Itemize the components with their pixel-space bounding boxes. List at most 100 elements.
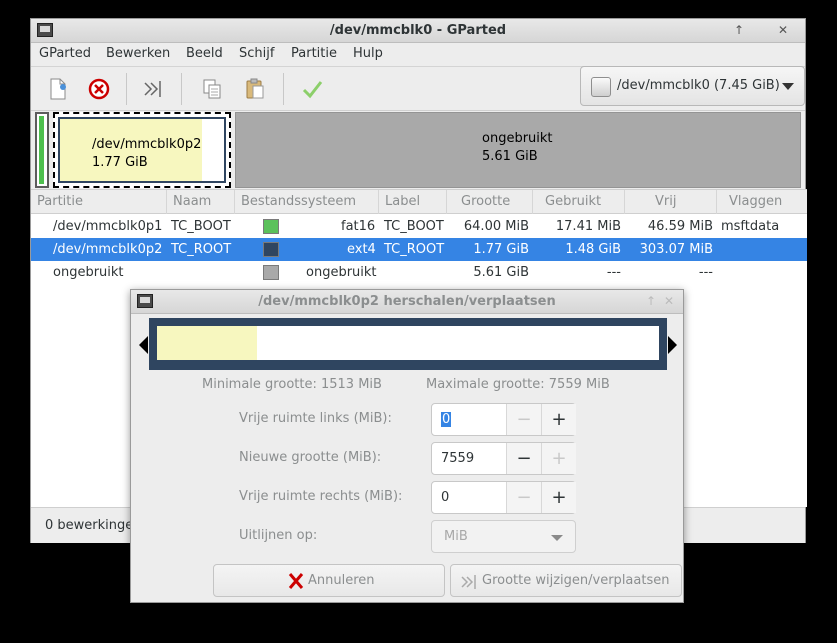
free-before-decrement[interactable]: − — [506, 404, 541, 435]
new-size-decrement[interactable]: − — [506, 443, 541, 474]
resize-partition-frame[interactable] — [149, 318, 667, 370]
new-size-increment[interactable]: + — [541, 443, 576, 474]
cancel-label: Annuleren — [308, 573, 375, 588]
chevron-down-icon — [551, 535, 563, 541]
close-icon[interactable]: ✕ — [775, 22, 791, 38]
device-label: /dev/mmcblk0 (7.45 GiB) — [617, 78, 780, 93]
menu-schijf[interactable]: Schijf — [239, 46, 274, 61]
free-after-input[interactable]: 0 — [432, 482, 506, 513]
cell-used: 17.41 MiB — [555, 219, 621, 234]
apply-label: Grootte wijzigen/verplaatsen — [482, 573, 670, 588]
free-after-spin[interactable]: 0 − + — [431, 481, 576, 514]
disk-map-free-size: 5.61 GiB — [482, 149, 538, 164]
cell-free: --- — [698, 265, 713, 280]
cell-free: 46.59 MiB — [647, 219, 713, 234]
menu-beeld[interactable]: Beeld — [186, 46, 223, 61]
left-resize-handle[interactable] — [139, 336, 148, 354]
toolbar-separator — [283, 73, 284, 105]
maximize-icon[interactable]: ↑ — [731, 22, 747, 38]
disk-map-unallocated[interactable]: ongebruikt 5.61 GiB — [235, 112, 801, 188]
new-size-label: Nieuwe grootte (MiB): — [239, 450, 382, 465]
menu-bewerken[interactable]: Bewerken — [106, 46, 170, 61]
fs-color-swatch — [263, 219, 279, 234]
delete-partition-icon[interactable] — [85, 75, 113, 103]
toolbar-separator — [126, 73, 127, 105]
cell-size: 64.00 MiB — [463, 219, 529, 234]
cell-fs: ext4 — [347, 242, 376, 257]
resize-slider[interactable] — [139, 318, 677, 370]
apply-checkmark-icon[interactable] — [298, 75, 326, 103]
table-row-selected[interactable]: /dev/mmcblk0p2 TC_ROOT ext4 TC_ROOT 1.77… — [31, 238, 807, 261]
col-vrij[interactable]: Vrij — [625, 190, 717, 214]
dialog-titlebar[interactable]: /dev/mmcblk0p2 herschalen/verplaatsen ↑ … — [131, 290, 683, 314]
cell-flags: msftdata — [721, 219, 780, 234]
disk-map: /dev/mmcblk0p2 1.77 GiB ongebruikt 5.61 … — [35, 112, 801, 188]
col-naam[interactable]: Naam — [167, 190, 235, 214]
cell-free: 303.07 MiB — [639, 242, 713, 257]
copy-icon[interactable] — [198, 75, 226, 103]
disk-map-p2-size: 1.77 GiB — [92, 155, 148, 170]
free-before-input[interactable]: 0 — [432, 404, 506, 435]
col-gebruikt[interactable]: Gebruikt — [533, 190, 625, 214]
maximize-icon[interactable]: ↑ — [643, 293, 659, 309]
new-partition-icon[interactable] — [43, 75, 71, 103]
cell-fs: fat16 — [341, 219, 376, 234]
align-value: MiB — [444, 529, 468, 544]
window-title: /dev/mmcblk0 - GParted — [329, 23, 507, 38]
fs-color-swatch — [263, 242, 279, 257]
resize-move-dialog: /dev/mmcblk0p2 herschalen/verplaatsen ↑ … — [130, 289, 684, 603]
resize-move-icon[interactable] — [139, 75, 167, 103]
max-size-text: Maximale grootte: 7559 MiB — [426, 377, 610, 392]
col-vlaggen[interactable]: Vlaggen — [717, 190, 807, 214]
align-label: Uitlijnen op: — [239, 528, 318, 543]
dialog-title: /dev/mmcblk0p2 herschalen/verplaatsen — [258, 294, 556, 309]
cell-partition: /dev/mmcblk0p1 — [53, 219, 163, 234]
menu-gparted[interactable]: GParted — [39, 46, 91, 61]
pending-operations-text: 0 bewerkinge — [45, 518, 134, 533]
free-before-label: Vrije ruimte links (MiB): — [239, 411, 392, 426]
cell-name: TC_ROOT — [171, 242, 232, 257]
resize-move-apply-button[interactable]: Grootte wijzigen/verplaatsen — [450, 564, 682, 597]
menu-partitie[interactable]: Partitie — [291, 46, 337, 61]
col-grootte[interactable]: Grootte — [447, 190, 533, 214]
new-size-spin[interactable]: 7559 − + — [431, 442, 576, 475]
paste-icon[interactable] — [241, 75, 269, 103]
cell-name: TC_BOOT — [171, 219, 231, 234]
disk-map-p2[interactable]: /dev/mmcblk0p2 1.77 GiB — [53, 112, 231, 188]
menu-hulp[interactable]: Hulp — [353, 46, 383, 61]
close-icon[interactable]: ✕ — [661, 293, 677, 309]
disk-map-free-name: ongebruikt — [482, 131, 553, 146]
cell-fs: ongebruikt — [306, 265, 377, 280]
resize-used-space — [157, 326, 257, 360]
col-label[interactable]: Label — [379, 190, 447, 214]
device-selector[interactable]: /dev/mmcblk0 (7.45 GiB) — [580, 66, 805, 106]
fs-color-swatch — [263, 265, 279, 280]
cell-used: --- — [606, 265, 621, 280]
col-bestandssysteem[interactable]: Bestandssysteem — [235, 190, 379, 214]
cell-size: 5.61 GiB — [473, 265, 529, 280]
main-titlebar[interactable]: /dev/mmcblk0 - GParted ↑ ✕ — [31, 19, 805, 43]
cancel-x-icon — [288, 573, 304, 589]
table-row[interactable]: ongebruikt ongebruikt 5.61 GiB --- --- — [31, 261, 807, 284]
free-before-increment[interactable]: + — [541, 404, 576, 435]
drive-icon — [591, 77, 611, 97]
cell-partition: /dev/mmcblk0p2 — [53, 242, 163, 257]
disk-map-p2-name: /dev/mmcblk0p2 — [92, 137, 202, 152]
cell-label: TC_ROOT — [384, 242, 445, 257]
align-select[interactable]: MiB — [431, 520, 576, 553]
chevron-down-icon — [782, 83, 794, 90]
cell-size: 1.77 GiB — [473, 242, 529, 257]
new-size-input[interactable]: 7559 — [432, 443, 506, 474]
table-row[interactable]: /dev/mmcblk0p1 TC_BOOT fat16 TC_BOOT 64.… — [31, 215, 807, 238]
free-after-increment[interactable]: + — [541, 482, 576, 513]
col-partitie[interactable]: Partitie — [31, 190, 167, 214]
right-resize-handle[interactable] — [668, 336, 677, 354]
cancel-button[interactable]: Annuleren — [213, 564, 445, 597]
free-before-spin[interactable]: 0 − + — [431, 403, 576, 436]
free-after-label: Vrije ruimte rechts (MiB): — [239, 489, 403, 504]
menubar: GParted Bewerken Beeld Schijf Partitie H… — [31, 43, 805, 67]
free-after-decrement[interactable]: − — [506, 482, 541, 513]
table-header: Partitie Naam Bestandssysteem Label Groo… — [31, 190, 807, 214]
disk-map-p1[interactable] — [35, 112, 49, 188]
cell-partition: ongebruikt — [53, 265, 124, 280]
